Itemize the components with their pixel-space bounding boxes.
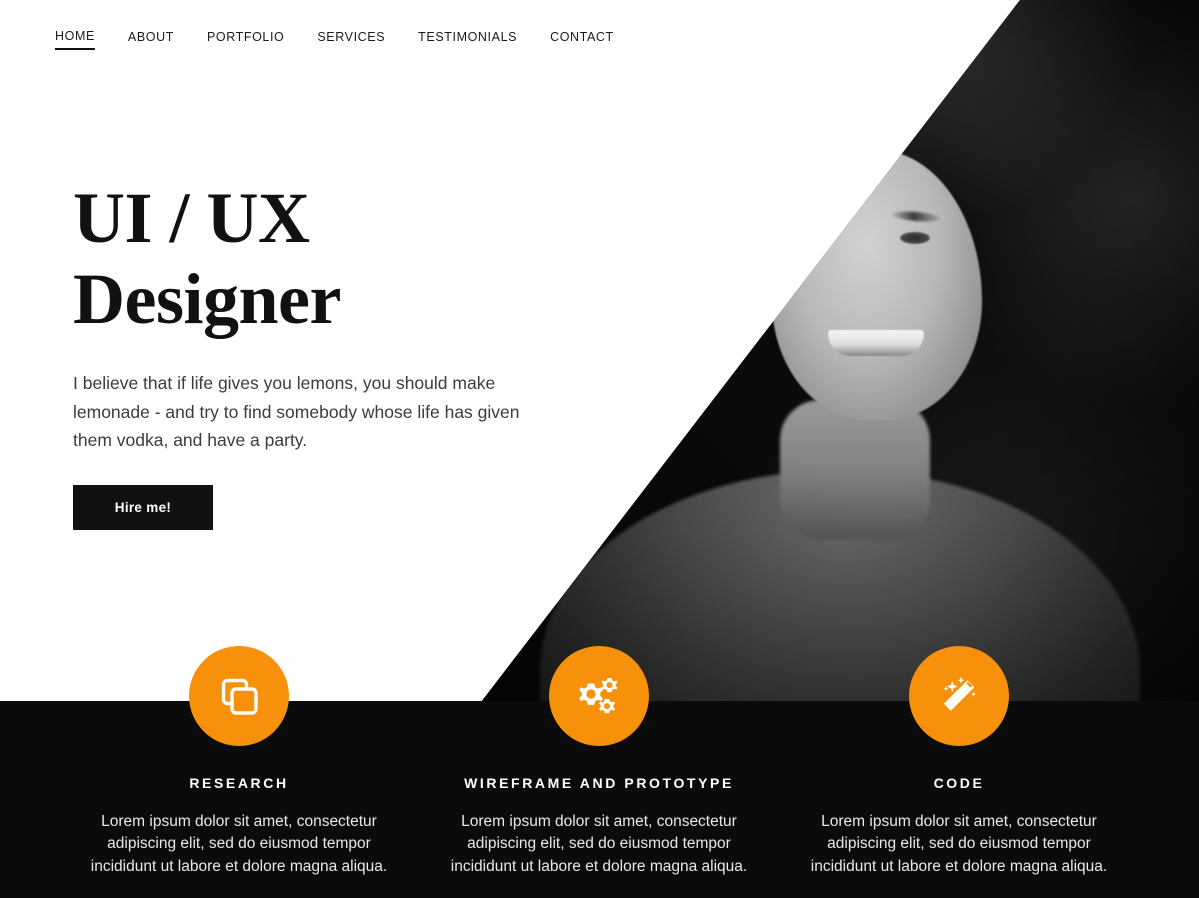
feature-icon-badge-code[interactable] bbox=[909, 646, 1009, 746]
main-navigation: HOME ABOUT PORTFOLIO SERVICES TESTIMONIA… bbox=[0, 22, 760, 56]
feature-icon-badge-research[interactable] bbox=[189, 646, 289, 746]
feature-description: Lorem ipsum dolor sit amet, consectetur … bbox=[810, 813, 1108, 875]
feature-icon-badge-wireframe[interactable] bbox=[549, 646, 649, 746]
feature-description: Lorem ipsum dolor sit amet, consectetur … bbox=[90, 813, 388, 875]
photo-eye-left bbox=[804, 232, 834, 244]
magic-wand-icon bbox=[936, 673, 982, 719]
hero-title-line-2: Designer bbox=[73, 258, 341, 339]
hero-content: UI / UX Designer I believe that if life … bbox=[73, 178, 593, 531]
gears-icon bbox=[574, 673, 624, 719]
nav-item-contact[interactable]: CONTACT bbox=[550, 30, 614, 49]
hero-description: I believe that if life gives you lemons,… bbox=[73, 373, 520, 450]
photo-eyebrow-left bbox=[793, 209, 843, 224]
hire-me-button[interactable]: Hire me! bbox=[73, 485, 213, 531]
feature-description: Lorem ipsum dolor sit amet, consectetur … bbox=[450, 813, 748, 875]
nav-item-portfolio[interactable]: PORTFOLIO bbox=[207, 30, 284, 49]
page-title: UI / UX Designer bbox=[73, 178, 593, 339]
nav-item-testimonials[interactable]: TESTIMONIALS bbox=[418, 30, 517, 49]
portfolio-landing-page: HOME ABOUT PORTFOLIO SERVICES TESTIMONIA… bbox=[0, 0, 1199, 898]
feature-title: CODE bbox=[933, 775, 985, 791]
nav-item-home[interactable]: HOME bbox=[55, 29, 95, 50]
nav-item-services[interactable]: SERVICES bbox=[317, 30, 385, 49]
hero-title-line-1: UI / UX bbox=[73, 178, 310, 258]
nav-item-about[interactable]: ABOUT bbox=[128, 30, 174, 49]
feature-title: RESEARCH bbox=[189, 775, 289, 791]
clone-icon bbox=[216, 673, 262, 719]
feature-title: WIREFRAME AND PROTOTYPE bbox=[464, 775, 734, 791]
